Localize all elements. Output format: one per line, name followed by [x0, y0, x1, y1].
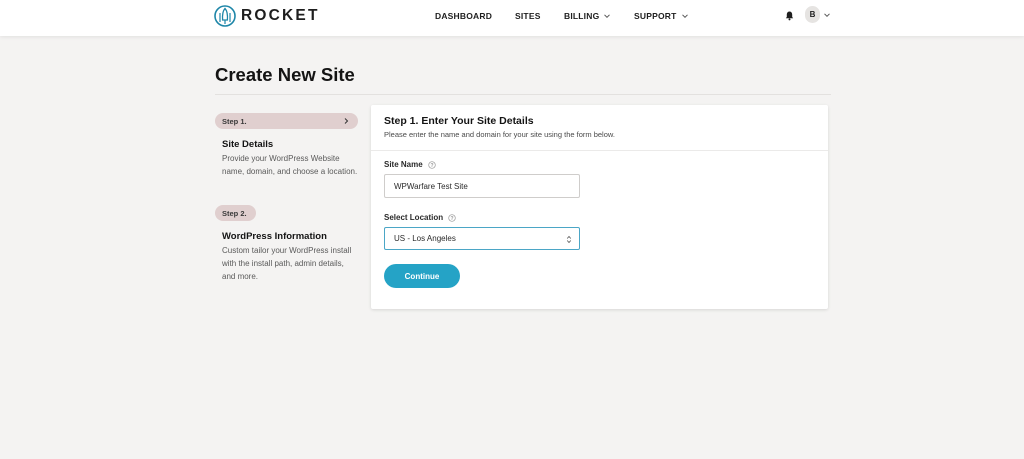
- chevron-down-icon: [604, 14, 611, 19]
- step-badge-label: Step 1.: [222, 116, 247, 126]
- brand-name: ROCKET: [241, 7, 320, 24]
- help-icon[interactable]: ?: [428, 160, 436, 169]
- nav-label: BILLING: [564, 11, 600, 21]
- step-2-badge[interactable]: Step 2.: [215, 205, 256, 221]
- user-avatar[interactable]: B: [805, 6, 820, 23]
- site-details-card: Step 1. Enter Your Site Details Please e…: [371, 105, 828, 309]
- nav-label: SITES: [515, 11, 541, 21]
- step-1-description: Provide your WordPress Website name, dom…: [222, 154, 358, 176]
- location-label: Select Location ?: [384, 213, 456, 222]
- site-name-label: Site Name ?: [384, 160, 436, 169]
- card-divider: [371, 150, 828, 151]
- svg-text:?: ?: [451, 215, 454, 221]
- nav-dashboard[interactable]: DASHBOARD: [435, 11, 492, 21]
- nav-label: SUPPORT: [634, 11, 677, 21]
- top-navigation-bar: ROCKET DASHBOARD SITES BILLING SUPPORT B: [0, 0, 1024, 36]
- chevron-down-icon: [681, 14, 688, 19]
- select-arrows-icon: [566, 235, 572, 244]
- nav-sites[interactable]: SITES: [515, 11, 541, 21]
- form-subtitle: Please enter the name and domain for you…: [384, 130, 615, 139]
- step-badge-label: Step 2.: [222, 208, 247, 218]
- location-label-text: Select Location: [384, 213, 444, 222]
- step-2-title: WordPress Information: [222, 231, 327, 242]
- page-title: Create New Site: [215, 64, 355, 85]
- continue-button[interactable]: Continue: [384, 264, 460, 288]
- step-1-title: Site Details: [222, 139, 274, 150]
- form-title: Step 1. Enter Your Site Details: [384, 115, 534, 127]
- notification-bell-icon[interactable]: [784, 10, 795, 21]
- title-divider: [215, 94, 831, 95]
- brand-logo[interactable]: ROCKET: [214, 5, 320, 27]
- step-2-description: Custom tailor your WordPress install wit…: [222, 246, 352, 281]
- site-name-input[interactable]: [384, 174, 580, 198]
- location-select[interactable]: US - Los Angeles: [384, 227, 580, 250]
- site-name-label-text: Site Name: [384, 160, 423, 169]
- help-icon[interactable]: ?: [448, 213, 456, 222]
- nav-support[interactable]: SUPPORT: [634, 11, 689, 21]
- chevron-right-icon: [344, 118, 349, 124]
- svg-text:?: ?: [430, 162, 433, 168]
- rocket-logo-icon: [214, 5, 236, 27]
- step-1-badge[interactable]: Step 1.: [215, 113, 358, 129]
- nav-label: DASHBOARD: [435, 11, 493, 21]
- nav-billing[interactable]: BILLING: [564, 11, 611, 21]
- location-selected-value: US - Los Angeles: [394, 234, 456, 243]
- chevron-down-icon[interactable]: [823, 11, 831, 19]
